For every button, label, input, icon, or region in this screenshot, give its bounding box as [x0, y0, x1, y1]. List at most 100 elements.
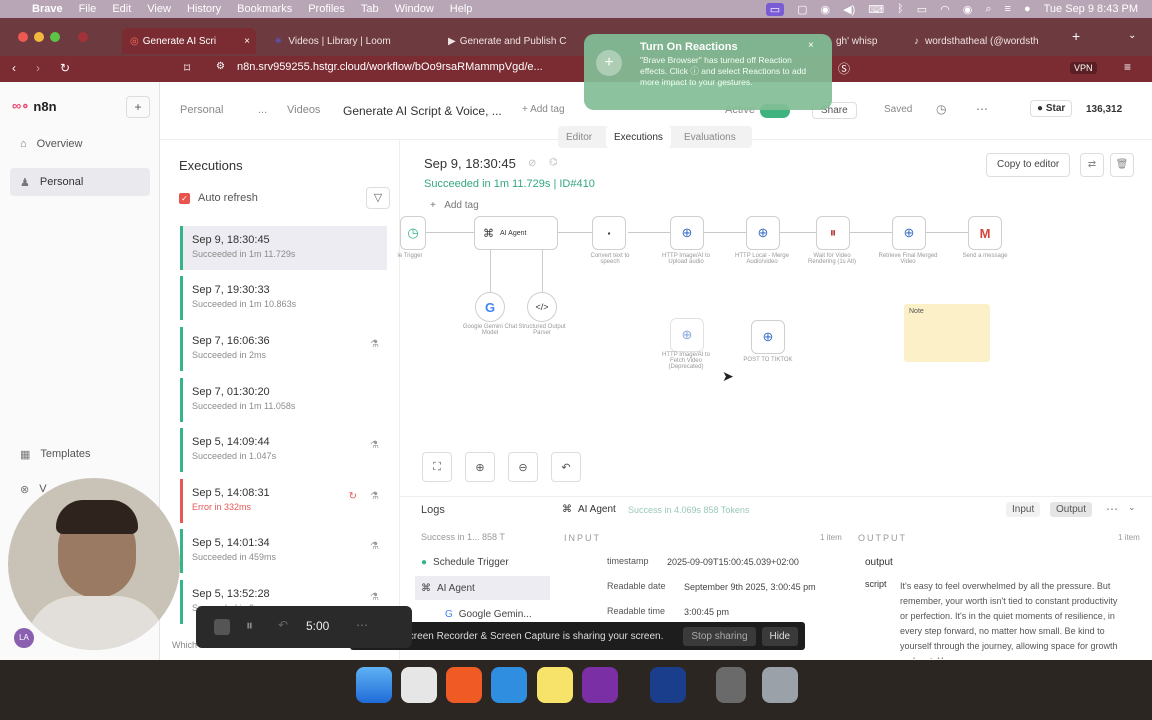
node-wait[interactable]: ⏸: [816, 216, 850, 250]
battery-icon[interactable]: ▭: [917, 3, 927, 16]
hide-button[interactable]: Hide: [761, 626, 799, 646]
minimize-window-icon[interactable]: [34, 32, 44, 42]
execution-item[interactable]: Sep 5, 14:08:31 Error in 332ms ↻ ⚗: [180, 479, 387, 523]
back-icon[interactable]: ‹: [12, 61, 16, 75]
menu-edit[interactable]: Edit: [112, 3, 131, 15]
launchpad-icon[interactable]: [401, 667, 437, 703]
keyboard-icon[interactable]: ⌨: [868, 3, 884, 16]
github-star-button[interactable]: ● Star: [1030, 100, 1073, 117]
siri-icon[interactable]: ●: [1024, 3, 1031, 15]
notification-turn-on-reactions[interactable]: + Turn On Reactions "Brave Browser" has …: [584, 34, 832, 110]
menu-profiles[interactable]: Profiles: [308, 3, 345, 15]
node-http-fetch-video[interactable]: ⊕: [670, 318, 704, 352]
node-output-parser[interactable]: </>: [527, 292, 557, 322]
node-send-message[interactable]: M: [968, 216, 1002, 250]
create-button[interactable]: +: [126, 96, 150, 118]
breadcrumb-personal[interactable]: Personal: [180, 104, 223, 116]
new-tab-icon[interactable]: +: [1072, 28, 1080, 44]
notes-icon[interactable]: [537, 667, 573, 703]
add-tag-link[interactable]: + Add tag: [522, 104, 565, 115]
address-input[interactable]: n8n.srv959255.hstgr.cloud/workflow/bOo9r…: [237, 61, 543, 73]
fit-view-icon[interactable]: ⛶: [422, 452, 452, 482]
trash-icon[interactable]: [762, 667, 798, 703]
node-http-merge[interactable]: ⊕: [746, 216, 780, 250]
log-tree-item-ai-agent[interactable]: ⌘ AI Agent: [415, 576, 550, 600]
recorder-more-icon[interactable]: ⋯: [356, 618, 368, 632]
logs-more-icon[interactable]: ⋯: [1106, 502, 1118, 516]
log-tree-item-schedule-trigger[interactable]: ● Schedule Trigger: [415, 550, 550, 574]
execution-item[interactable]: Sep 5, 14:01:34 Succeeded in 459ms ⚗: [180, 529, 387, 573]
close-tab-icon[interactable]: ×: [244, 36, 250, 47]
bluetooth-icon[interactable]: ᛒ: [897, 3, 904, 15]
vpn-button[interactable]: VPN: [1070, 62, 1097, 74]
onenote-icon[interactable]: [582, 667, 618, 703]
stop-recording-icon[interactable]: [214, 619, 230, 635]
input-toggle-button[interactable]: Input: [1006, 502, 1041, 517]
menu-view[interactable]: View: [147, 3, 171, 15]
node-schedule-trigger[interactable]: ◷: [400, 216, 426, 250]
display-icon[interactable]: ▢: [797, 3, 807, 16]
breadcrumb-videos[interactable]: Videos: [287, 104, 320, 116]
filter-icon[interactable]: ▽: [366, 187, 390, 209]
rewind-icon[interactable]: ↶: [278, 618, 288, 632]
execution-item[interactable]: Sep 7, 01:30:20 Succeeded in 1m 11.058s: [180, 378, 387, 422]
node-convert-text[interactable]: ▪: [592, 216, 626, 250]
volume-icon[interactable]: ◀): [843, 3, 855, 16]
control-center-icon[interactable]: ≡: [1005, 3, 1011, 15]
n8n-logo[interactable]: ∞∘ n8n: [12, 98, 57, 114]
pin-icon[interactable]: ⊘: [528, 158, 536, 169]
close-notification-icon[interactable]: ×: [808, 40, 814, 51]
close-window-icon[interactable]: [18, 32, 28, 42]
menu-window[interactable]: Window: [395, 3, 434, 15]
more-options-icon[interactable]: ⋯: [976, 102, 988, 116]
output-toggle-button[interactable]: Output: [1050, 502, 1093, 517]
reload-icon[interactable]: ↻: [60, 61, 70, 75]
safari-icon[interactable]: [491, 667, 527, 703]
avatar[interactable]: LA: [14, 628, 34, 648]
detail-add-tag[interactable]: + Add tag: [430, 200, 479, 211]
menu-help[interactable]: Help: [450, 3, 473, 15]
wifi-icon[interactable]: ◠: [940, 3, 950, 16]
tab-list-icon[interactable]: ⌄: [1128, 30, 1136, 41]
node-google-gemini[interactable]: G: [475, 292, 505, 322]
collapse-logs-icon[interactable]: ⌄: [1128, 502, 1136, 513]
sticky-note[interactable]: Note: [904, 304, 990, 362]
sidebar-item-personal[interactable]: ♟ Personal: [10, 168, 150, 196]
menu-bookmarks[interactable]: Bookmarks: [237, 3, 292, 15]
zoom-window-icon[interactable]: [50, 32, 60, 42]
breadcrumb-ellipsis[interactable]: ...: [258, 104, 267, 116]
shield-icon[interactable]: [650, 667, 686, 703]
webcam-bubble[interactable]: [8, 478, 180, 650]
workflow-title[interactable]: Generate AI Script & Voice, ...: [343, 104, 502, 118]
tab-evaluations[interactable]: Evaluations: [676, 126, 744, 148]
screen-share-icon[interactable]: ▭: [765, 2, 785, 16]
tab-editor[interactable]: Editor: [558, 126, 600, 148]
node-http-upload-audio[interactable]: ⊕: [670, 216, 704, 250]
site-settings-icon[interactable]: ⚙: [216, 61, 225, 72]
search-icon[interactable]: ⌕: [985, 3, 991, 16]
node-ai-agent[interactable]: ⌘ AI Agent: [474, 216, 558, 250]
history-icon[interactable]: ◷: [936, 102, 946, 116]
menu-icon[interactable]: ≡: [1124, 60, 1131, 74]
zoom-out-icon[interactable]: ⊖: [508, 452, 538, 482]
forward-icon[interactable]: ›: [36, 61, 40, 75]
copy-to-editor-button[interactable]: Copy to editor: [986, 153, 1071, 177]
tab-tiktok[interactable]: ♪ wordsthatheal (@wordsth: [906, 28, 1056, 54]
tab-whisper[interactable]: gh' whisp: [828, 28, 908, 54]
logs-title[interactable]: Logs: [421, 504, 445, 516]
sidebar-item-overview[interactable]: ⌂ Overview: [10, 130, 150, 158]
bookmark-icon[interactable]: ⌑: [184, 61, 190, 75]
record-icon[interactable]: ◉: [821, 3, 831, 16]
finder-icon[interactable]: [356, 667, 392, 703]
menubar-clock[interactable]: Tue Sep 9 8:43 PM: [1044, 3, 1138, 15]
tab-generate-ai-script[interactable]: ◎ Generate AI Scri ×: [122, 28, 256, 54]
execution-item[interactable]: Sep 7, 19:30:33 Succeeded in 1m 10.863s: [180, 276, 387, 320]
user-icon[interactable]: ◉: [963, 3, 973, 16]
tab-executions[interactable]: Executions: [606, 126, 671, 148]
phone-icon[interactable]: [716, 667, 746, 703]
menu-history[interactable]: History: [187, 3, 221, 15]
execution-item[interactable]: Sep 5, 14:09:44 Succeeded in 1.047s ⚗: [180, 428, 387, 472]
menu-brave[interactable]: Brave: [32, 3, 63, 15]
retry-options-icon[interactable]: ⇄: [1080, 153, 1104, 177]
execution-item[interactable]: Sep 9, 18:30:45 Succeeded in 1m 11.729s: [180, 226, 387, 270]
